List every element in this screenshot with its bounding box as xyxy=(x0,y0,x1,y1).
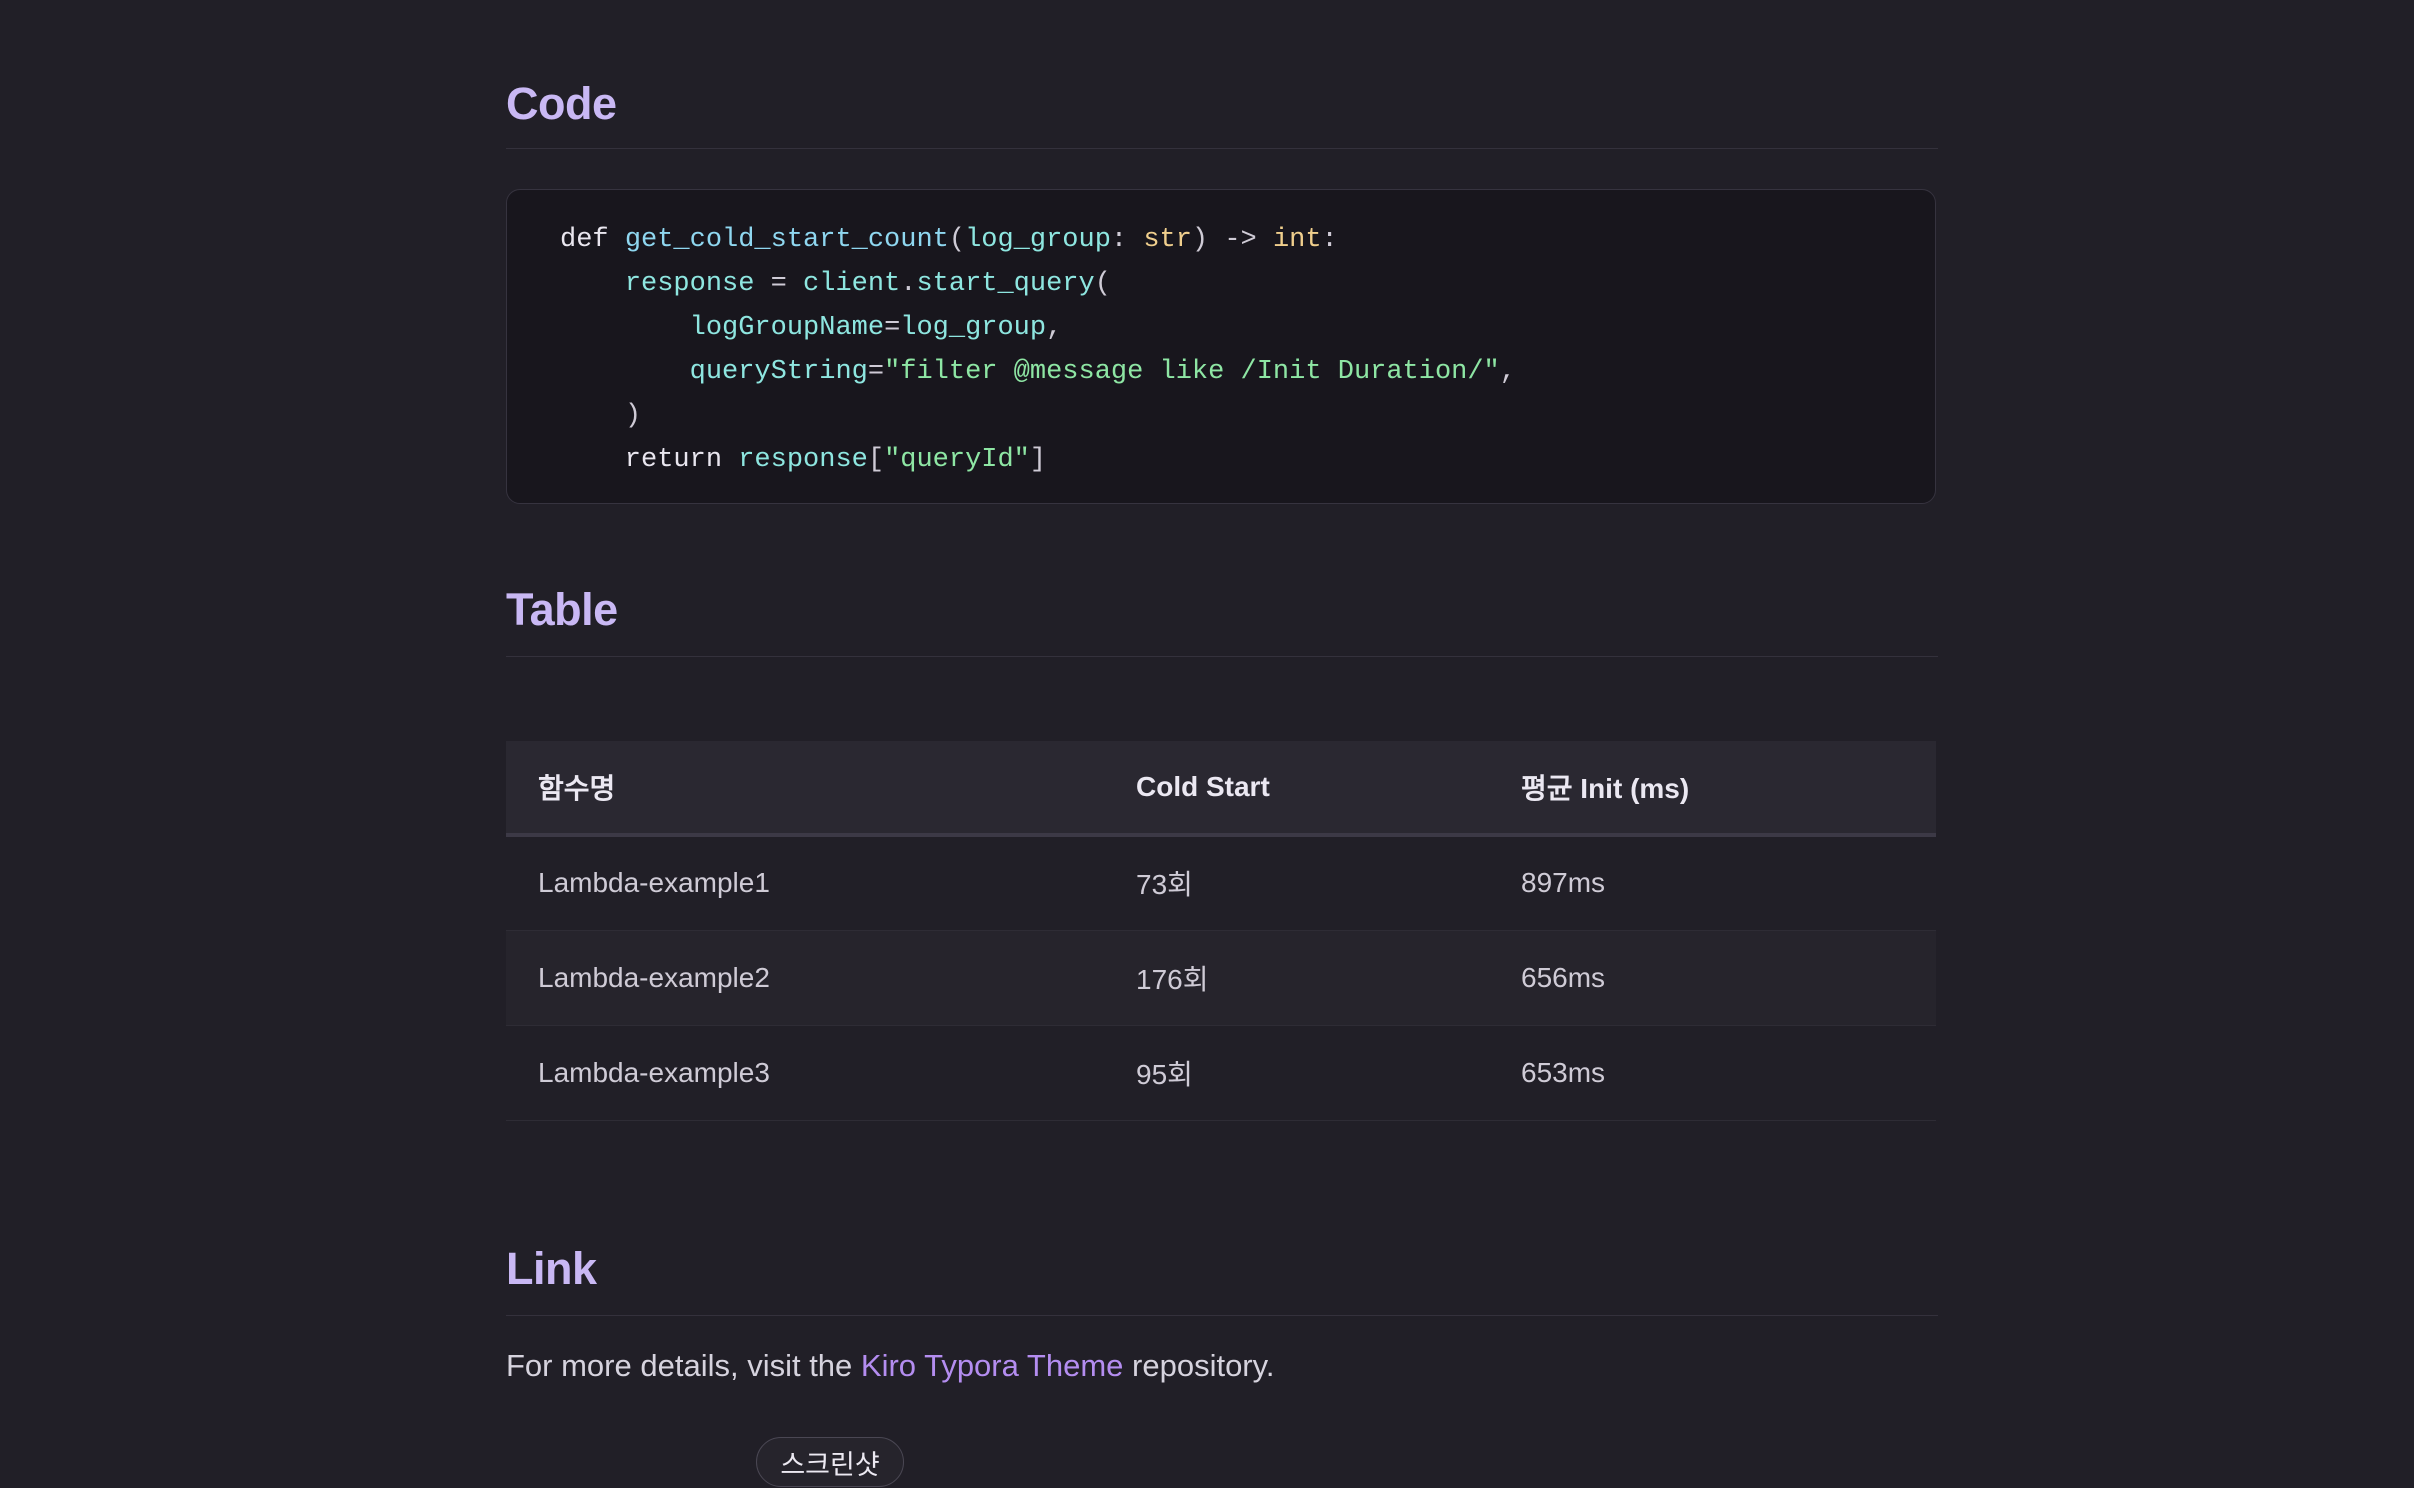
code-token: response xyxy=(738,445,868,475)
kiro-typora-theme-link[interactable]: Kiro Typora Theme xyxy=(861,1348,1124,1383)
link-paragraph-after: repository. xyxy=(1123,1348,1275,1383)
code-line: return response["queryId"] xyxy=(560,438,1935,482)
code-token: , xyxy=(1499,357,1516,387)
table-cell-avg-init: 656ms xyxy=(1489,930,1936,1026)
code-token: return xyxy=(560,445,739,475)
code-line: def get_cold_start_count(log_group: str)… xyxy=(560,218,1935,262)
code-token: def xyxy=(560,225,625,255)
data-table: 함수명 Cold Start 평균 Init (ms) Lambda-examp… xyxy=(506,741,1936,1121)
code-token: log_group xyxy=(965,225,1111,255)
table-cell-cold-start: 176회 xyxy=(1104,930,1489,1026)
code-token: [ xyxy=(867,445,885,475)
table-cell-function-name: Lambda-example1 xyxy=(506,835,1104,931)
code-token: : xyxy=(1110,225,1144,255)
code-token: client xyxy=(803,269,901,299)
link-paragraph-before: For more details, visit the xyxy=(506,1348,861,1383)
table-heading: Table xyxy=(506,584,618,635)
code-token: ( xyxy=(948,225,966,255)
table-cell-cold-start: 95회 xyxy=(1104,1025,1489,1121)
code-line: ) xyxy=(560,394,1935,438)
table-row: Lambda-example3 95회 653ms xyxy=(506,1025,1936,1121)
code-token: log_group xyxy=(900,313,1047,343)
code-heading: Code xyxy=(506,78,617,129)
code-token: logGroupName xyxy=(689,313,885,343)
code-token: ) xyxy=(624,401,642,431)
link-heading-wrap: Link xyxy=(506,1243,1938,1316)
code-token: response xyxy=(624,269,755,299)
table-row: Lambda-example1 73회 897ms xyxy=(506,835,1936,931)
table-row: Lambda-example2 176회 656ms xyxy=(506,930,1936,1026)
table-cell-function-name: Lambda-example2 xyxy=(506,930,1104,1026)
code-heading-wrap: Code xyxy=(506,78,1938,149)
code-token: = xyxy=(867,357,885,387)
code-token: = xyxy=(754,269,804,299)
code-token: ) -> xyxy=(1191,225,1273,255)
code-token: int xyxy=(1272,225,1322,255)
table-heading-wrap: Table xyxy=(506,584,1938,657)
table-header-cold-start[interactable]: Cold Start xyxy=(1104,741,1489,837)
link-heading: Link xyxy=(506,1243,597,1294)
code-token: get_cold_start_count xyxy=(624,225,949,255)
table-header-function-name[interactable]: 함수명 xyxy=(506,741,1104,837)
table-header-row: 함수명 Cold Start 평균 Init (ms) xyxy=(506,741,1936,837)
code-token: ] xyxy=(1029,445,1047,475)
code-token: , xyxy=(1046,313,1063,343)
code-token: queryString xyxy=(689,357,868,387)
code-token: ( xyxy=(1094,269,1111,299)
code-token: "filter @message like /Init Duration/" xyxy=(884,357,1500,387)
code-token: = xyxy=(884,313,901,343)
table-cell-cold-start: 73회 xyxy=(1104,835,1489,931)
code-token: . xyxy=(900,269,917,299)
code-line: response = client.start_query( xyxy=(560,262,1935,306)
screenshot-button[interactable]: 스크린샷 xyxy=(756,1437,904,1487)
code-block[interactable]: def get_cold_start_count(log_group: str)… xyxy=(506,189,1936,504)
code-token: : xyxy=(1321,225,1338,255)
table-cell-avg-init: 897ms xyxy=(1489,835,1936,931)
link-paragraph: For more details, visit the Kiro Typora … xyxy=(506,1348,1274,1384)
table-cell-function-name: Lambda-example3 xyxy=(506,1025,1104,1121)
table-cell-avg-init: 653ms xyxy=(1489,1025,1936,1121)
code-token: start_query xyxy=(916,269,1095,299)
code-token: "queryId" xyxy=(884,445,1030,475)
table-header-avg-init[interactable]: 평균 Init (ms) xyxy=(1489,741,1936,837)
code-line: logGroupName=log_group, xyxy=(560,306,1935,350)
code-token: str xyxy=(1143,225,1192,255)
code-line: queryString="filter @message like /Init … xyxy=(560,350,1935,394)
